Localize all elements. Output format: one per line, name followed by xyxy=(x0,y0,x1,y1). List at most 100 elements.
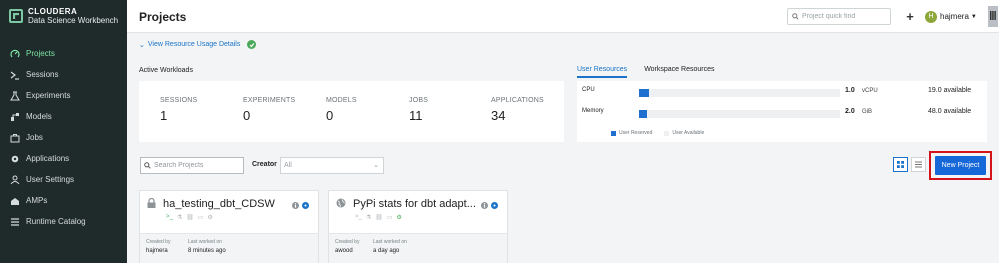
resource-row-memory: Memory 2.0 GiB 48.0 available xyxy=(582,108,982,118)
resource-bar xyxy=(639,110,840,118)
list-view-toggle[interactable] xyxy=(911,157,926,172)
avatar: H xyxy=(925,10,937,23)
models-icon: ⛓ xyxy=(186,215,194,221)
sidebar-item-user-settings[interactable]: User Settings xyxy=(0,169,127,190)
resource-label: Memory xyxy=(582,108,604,114)
lock-icon xyxy=(147,197,156,210)
stat-jobs[interactable]: JOBS 11 xyxy=(409,97,428,123)
project-card[interactable]: ha_testing_dbt_CDSW >_ ⚗ ⛓ ▭ ⚙ Created b… xyxy=(139,190,319,263)
resource-bar xyxy=(639,89,840,97)
project-menu-icon[interactable] xyxy=(491,201,498,211)
terminal-icon: >_ xyxy=(166,214,173,220)
grid-view-toggle[interactable] xyxy=(893,157,908,172)
sidebar-item-models[interactable]: Models xyxy=(0,106,127,127)
sidebar-item-jobs[interactable]: Jobs xyxy=(0,127,127,148)
sidebar-item-experiments[interactable]: Experiments xyxy=(0,85,127,106)
creator-value: All xyxy=(284,162,292,169)
flask-icon: ⚗ xyxy=(176,215,183,221)
tab-workspace-resources[interactable]: Workspace Resources xyxy=(644,66,714,78)
resource-unit: GiB xyxy=(862,109,873,115)
grid-view-icon xyxy=(897,160,904,170)
flask-icon xyxy=(9,90,20,101)
cloudera-logo-icon xyxy=(9,9,23,23)
resource-legend: User Reserved User Available xyxy=(611,130,704,136)
creator-label: Creator xyxy=(252,161,277,168)
sidebar-item-label: Experiments xyxy=(26,91,71,100)
last-worked-on: Last worked on 8 minutes ago xyxy=(188,239,226,254)
info-icon[interactable] xyxy=(292,201,299,211)
stat-experiments[interactable]: EXPERIMENTS 0 xyxy=(243,97,295,123)
sidebar-item-label: User Settings xyxy=(26,175,75,184)
stat-value: 0 xyxy=(243,108,251,123)
briefcase-icon: ▭ xyxy=(386,215,393,221)
stat-label: JOBS xyxy=(409,97,429,104)
stat-value: 1 xyxy=(160,108,168,123)
project-workload-icons: >_ ⚗ ⛓ ▭ ⚙ xyxy=(166,214,217,221)
list-icon xyxy=(9,216,20,227)
resource-available: 48.0 available xyxy=(928,108,972,115)
sidebar-item-label: Models xyxy=(26,112,52,121)
last-worked-label: Last worked on xyxy=(188,239,222,245)
sidebar-item-label: Runtime Catalog xyxy=(26,217,86,226)
resources-card: CPU 1.0 vCPU 19.0 available Memory 2.0 G… xyxy=(577,81,987,142)
resource-link-label: View Resource Usage Details xyxy=(147,41,241,48)
sidebar-item-applications[interactable]: Applications xyxy=(0,148,127,169)
last-worked-on: Last worked on a day ago xyxy=(373,239,407,254)
sidebar-item-label: Sessions xyxy=(26,70,59,79)
project-title[interactable]: ha_testing_dbt_CDSW xyxy=(163,198,275,210)
check-icon xyxy=(247,40,257,49)
amps-icon xyxy=(9,195,20,206)
terminal-icon xyxy=(9,69,20,80)
new-project-button[interactable]: New Project xyxy=(935,156,986,175)
sidebar-item-sessions[interactable]: Sessions xyxy=(0,64,127,85)
sidebar-item-amps[interactable]: AMPs xyxy=(0,190,127,211)
models-icon xyxy=(9,111,20,122)
stat-models[interactable]: MODELS 0 xyxy=(326,97,357,123)
active-workloads-card: SESSIONS 1 EXPERIMENTS 0 MODELS 0 JOBS 1… xyxy=(139,81,564,142)
resource-label: CPU xyxy=(582,87,595,93)
chevron-down-icon: ⌄ xyxy=(373,162,379,169)
brand-logo[interactable]: CLOUDERA Data Science Workbench xyxy=(9,7,118,25)
sidebar-item-label: Projects xyxy=(26,49,55,58)
search-icon xyxy=(792,12,799,22)
grid-icon xyxy=(990,11,996,22)
project-status-icons xyxy=(292,201,309,211)
sidebar-item-runtime-catalog[interactable]: Runtime Catalog xyxy=(0,211,127,232)
sidebar-item-projects[interactable]: Projects xyxy=(0,43,127,64)
globe-icon xyxy=(336,198,346,210)
stat-sessions[interactable]: SESSIONS 1 xyxy=(160,97,197,123)
resource-value: 2.0 xyxy=(845,108,855,115)
search-icon xyxy=(144,161,151,171)
legend-label: User Reserved xyxy=(619,130,653,136)
stat-applications[interactable]: APPLICATIONS 34 xyxy=(491,97,544,123)
stat-label: SESSIONS xyxy=(160,97,198,104)
user-menu[interactable]: H hajmera ▼ xyxy=(925,8,977,25)
project-quick-find[interactable] xyxy=(787,8,891,25)
project-card[interactable]: PyPi stats for dbt adapt... >_ ⚗ ⛓ ▭ ⚙ C… xyxy=(328,190,508,263)
page-title: Projects xyxy=(139,10,187,24)
project-quick-find-input[interactable] xyxy=(802,13,890,20)
creator-select[interactable]: All ⌄ xyxy=(280,157,384,174)
search-projects-input[interactable] xyxy=(154,162,242,169)
project-card-header: ha_testing_dbt_CDSW xyxy=(147,197,275,210)
project-menu-icon[interactable] xyxy=(302,201,309,211)
apps-grid-button[interactable] xyxy=(988,6,998,27)
info-icon[interactable] xyxy=(481,201,488,211)
sidebar: CLOUDERA Data Science Workbench Projects… xyxy=(0,0,127,263)
models-icon: ⛓ xyxy=(375,215,383,221)
add-button[interactable]: + xyxy=(903,8,917,25)
brand-name: CLOUDERA xyxy=(28,7,78,16)
gear-icon xyxy=(9,153,20,164)
created-by-value: awood xyxy=(335,248,353,254)
briefcase-icon xyxy=(9,132,20,143)
stat-label: EXPERIMENTS xyxy=(243,97,296,104)
last-worked-value: 8 minutes ago xyxy=(188,248,226,254)
search-projects-field[interactable] xyxy=(140,157,244,174)
brand-product: Data Science Workbench xyxy=(28,16,119,25)
view-resource-usage-link[interactable]: ⌄ View Resource Usage Details xyxy=(139,40,257,49)
legend-swatch-reserved xyxy=(611,130,616,136)
tab-user-resources[interactable]: User Resources xyxy=(577,66,628,78)
terminal-icon: >_ xyxy=(355,214,362,220)
project-title[interactable]: PyPi stats for dbt adapt... xyxy=(353,198,476,210)
resource-row-cpu: CPU 1.0 vCPU 19.0 available xyxy=(582,87,982,97)
